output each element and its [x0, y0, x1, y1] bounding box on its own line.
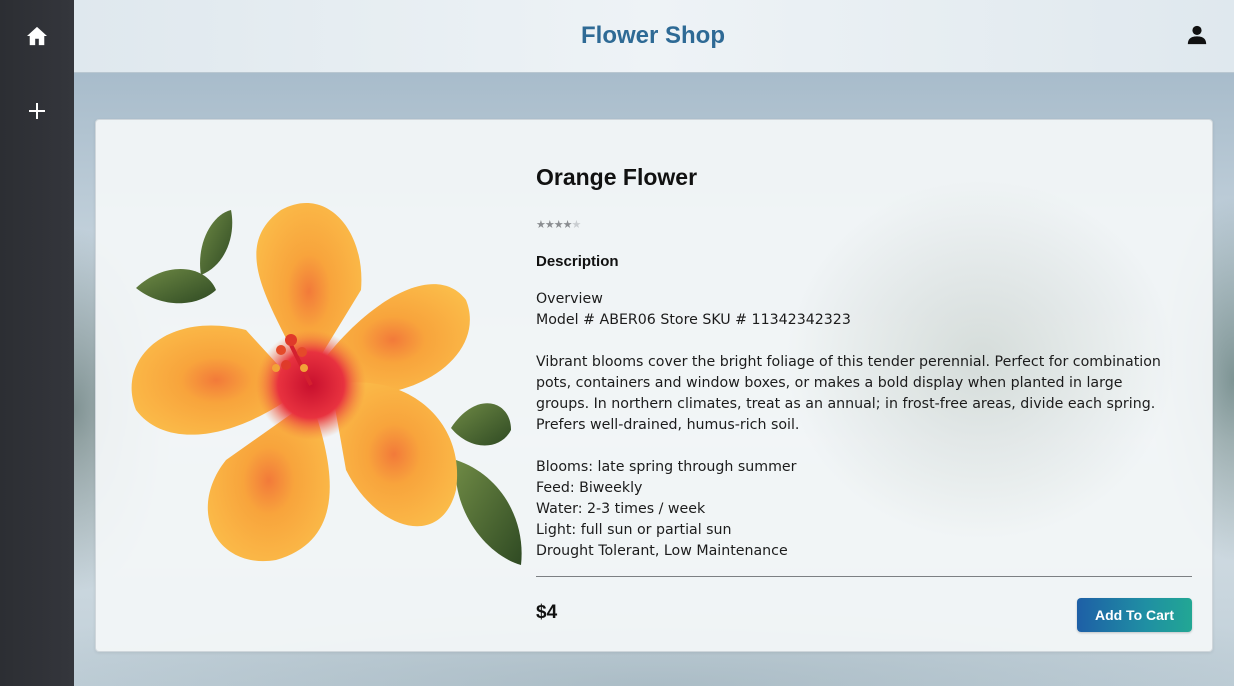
hibiscus-flower-image — [131, 202, 522, 565]
divider — [536, 576, 1192, 577]
detail-line: Light: full sun or partial sun — [536, 522, 732, 538]
model-sku-line: Model # ABER06 Store SKU # 11342342323 — [536, 312, 851, 328]
detail-line: Feed: Biweekly — [536, 480, 643, 496]
add-to-cart-button[interactable]: Add To Cart — [1077, 598, 1192, 632]
product-rating: ★★★★★ — [536, 218, 582, 231]
header: Flower Shop — [74, 0, 1234, 73]
star-icon: ★ — [553, 218, 564, 231]
app-title: Flower Shop — [581, 22, 725, 49]
star-icon: ★ — [536, 218, 546, 231]
product-summary: Vibrant blooms cover the bright foliage … — [536, 354, 1161, 433]
star-icon: ★ — [544, 218, 555, 231]
sidebar — [0, 0, 74, 686]
product-info: Orange Flower ★★★★★ Description Overview… — [536, 120, 1192, 651]
product-card: Orange Flower ★★★★★ Description Overview… — [95, 119, 1213, 652]
sidebar-home-button[interactable] — [17, 16, 57, 56]
description-heading: Description — [536, 253, 619, 270]
detail-line: Drought Tolerant, Low Maintenance — [536, 543, 788, 559]
detail-line: Blooms: late spring through summer — [536, 459, 797, 475]
user-account-button[interactable] — [1186, 24, 1208, 48]
product-description: Overview Model # ABER06 Store SKU # 1134… — [536, 289, 1196, 562]
user-icon — [1187, 25, 1207, 45]
sidebar-add-button[interactable] — [17, 91, 57, 131]
overview-label: Overview — [536, 291, 603, 307]
plus-icon — [29, 103, 45, 119]
star-empty-icon: ★ — [571, 218, 582, 231]
star-icon: ★ — [562, 218, 573, 231]
detail-line: Water: 2-3 times / week — [536, 501, 706, 517]
home-icon — [27, 26, 47, 46]
product-name: Orange Flower — [536, 164, 698, 190]
product-price: $4 — [536, 602, 558, 623]
product-image — [106, 190, 526, 580]
